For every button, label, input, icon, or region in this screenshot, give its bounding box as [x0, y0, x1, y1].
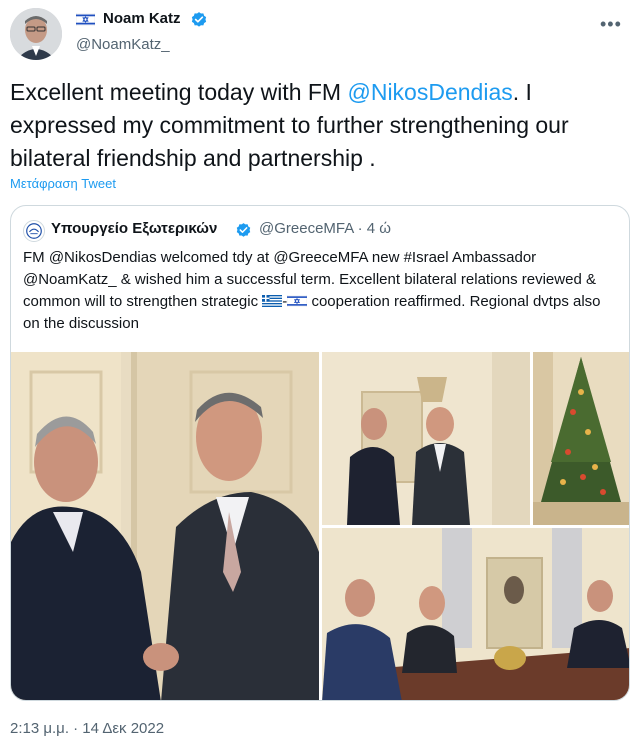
more-options-icon[interactable]: ••• — [600, 14, 622, 35]
quoted-author-name[interactable]: Υπουργείο Εξωτερικών — [51, 220, 217, 237]
tweet-text-start: Excellent meeting today with FM — [10, 79, 348, 105]
meta-separator: · — [357, 220, 363, 237]
tweet-timestamp[interactable]: 2:13 μ.μ. · 14 Δεκ 2022 — [10, 720, 164, 737]
author-handle[interactable]: @NoamKatz_ — [76, 36, 170, 53]
quoted-tweet-card[interactable]: Υπουργείο Εξωτερικών @GreeceMFA · 4 ώ FM… — [10, 205, 630, 701]
quoted-time[interactable]: 4 ώ — [367, 220, 391, 237]
author-name[interactable]: Noam Katz — [103, 10, 181, 27]
quoted-tweet-text: FM @NikosDendias welcomed tdy at @Greece… — [23, 247, 619, 335]
photo-christmas-tree[interactable] — [533, 352, 629, 525]
israel-flag-icon — [76, 13, 95, 26]
quoted-meta: @GreeceMFA · 4 ώ — [259, 220, 391, 237]
greece-flag-icon — [262, 295, 283, 307]
translate-tweet-link[interactable]: Μετάφραση Tweet — [10, 176, 116, 191]
photo-conversation[interactable] — [322, 352, 530, 525]
verified-badge-icon — [191, 12, 207, 27]
photo-meeting-table[interactable] — [322, 528, 629, 700]
tweet-text: Excellent meeting today with FM @NikosDe… — [10, 76, 630, 175]
israel-flag-icon — [287, 295, 308, 307]
greek-mfa-emblem-icon — [23, 220, 45, 242]
photo-grid — [11, 352, 629, 700]
author-avatar[interactable] — [10, 8, 62, 60]
quoted-author-handle[interactable]: @GreeceMFA — [259, 220, 353, 237]
verified-badge-icon — [236, 223, 251, 237]
mention-link[interactable]: @NikosDendias — [347, 79, 512, 105]
photo-handshake[interactable] — [11, 352, 319, 700]
